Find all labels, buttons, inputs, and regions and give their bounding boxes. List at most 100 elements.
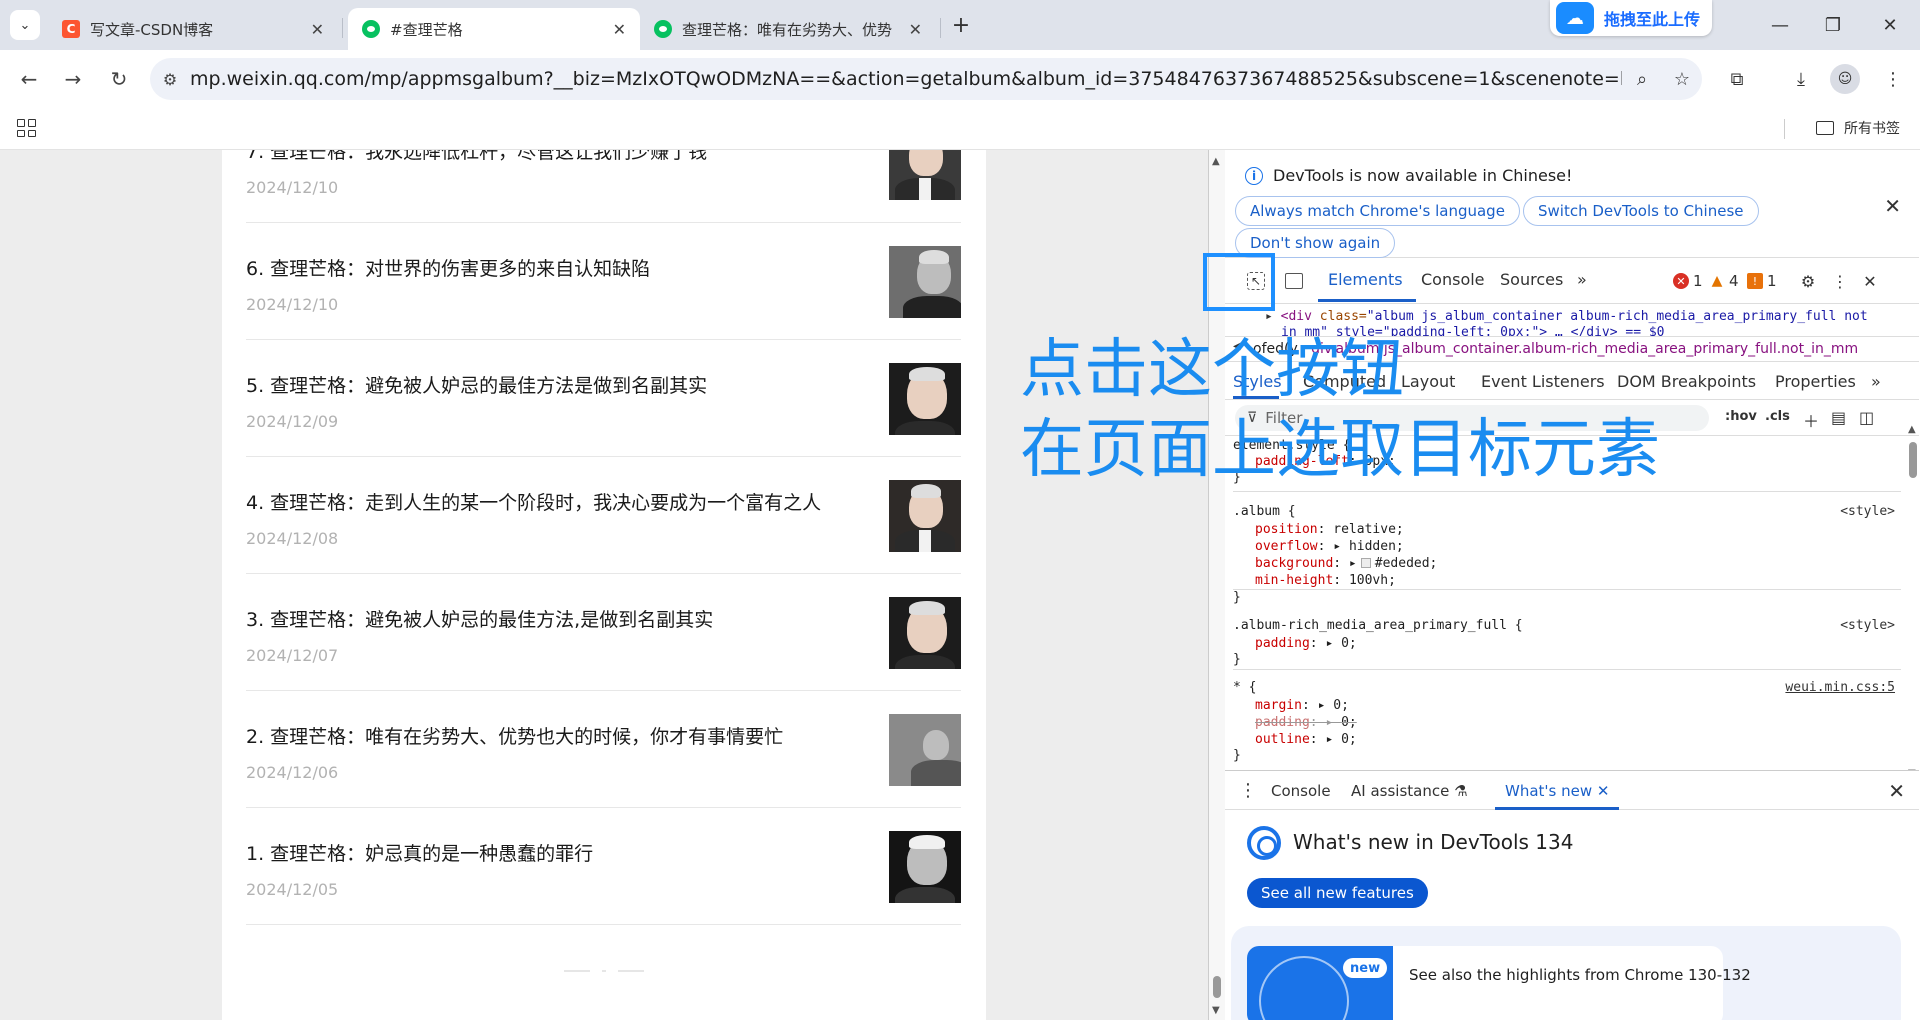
restore-button[interactable]: ❐	[1813, 10, 1853, 40]
close-icon[interactable]: ✕	[1884, 194, 1901, 218]
whats-new-title: What's new in DevTools 134	[1293, 830, 1574, 854]
match-language-button[interactable]: Always match Chrome's language	[1235, 196, 1520, 226]
article-thumbnail[interactable]	[889, 597, 961, 669]
all-bookmarks-button[interactable]: 所有书签	[1816, 118, 1900, 138]
dom-node-line[interactable]: ▸ <div class="album js_album_container a…	[1265, 309, 1868, 324]
reload-button[interactable]: ↻	[104, 64, 134, 94]
gear-icon[interactable]: ⚙	[1797, 270, 1819, 292]
article-thumbnail[interactable]	[889, 714, 961, 786]
issue-icon: !	[1747, 273, 1763, 289]
tab-sources[interactable]: Sources	[1500, 270, 1563, 289]
weui-css-link[interactable]: weui.min.css:5	[1785, 680, 1895, 695]
article-title[interactable]: 2. 查理芒格：唯有在劣势大、优势也大的时候，你才有事情要忙	[246, 722, 783, 749]
drawer-tab-ai-assistance[interactable]: AI assistance ⚗	[1351, 782, 1468, 800]
site-info-icon[interactable]: ⚙	[150, 70, 190, 89]
url-text[interactable]: mp.weixin.qq.com/mp/appmsgalbum?__biz=Mz…	[190, 68, 1622, 90]
article-item[interactable]: 7. 查理芒格：我永远降低杠杆，尽管这让我们少赚了钱 2024/12/10	[246, 150, 961, 223]
tab-article[interactable]: 查理芒格：唯有在劣势大、优势 ✕	[640, 8, 936, 50]
article-title[interactable]: 4. 查理芒格：走到人生的某一个阶段时，我决心要成为一个富有之人	[246, 488, 821, 515]
article-item[interactable]: 1. 查理芒格：妒忌真的是一种愚蠢的罪行 2024/12/05	[246, 808, 961, 925]
close-icon[interactable]: ✕	[1859, 270, 1881, 292]
upload-dropzone-button[interactable]: ☁ 拖拽至此上传	[1550, 0, 1712, 36]
profile-avatar[interactable]: ☺	[1830, 64, 1860, 94]
article-date: 2024/12/05	[246, 880, 339, 899]
article-item[interactable]: 4. 查理芒格：走到人生的某一个阶段时，我决心要成为一个富有之人 2024/12…	[246, 457, 961, 574]
style-source-link[interactable]: <style>	[1840, 618, 1895, 633]
see-all-features-button[interactable]: See all new features	[1247, 878, 1428, 908]
tab-csdn[interactable]: C 写文章-CSDN博客 ✕	[48, 8, 338, 50]
loading-indicator	[564, 970, 644, 974]
address-bar[interactable]: ⚙ mp.weixin.qq.com/mp/appmsgalbum?__biz=…	[150, 58, 1702, 100]
close-icon[interactable]: ✕	[311, 20, 324, 39]
color-swatch[interactable]	[1360, 558, 1371, 568]
tab-elements[interactable]: Elements	[1328, 270, 1403, 289]
issue-count-badge[interactable]: ! 1	[1747, 272, 1777, 290]
device-toolbar-icon[interactable]	[1283, 270, 1305, 292]
article-thumbnail[interactable]	[889, 363, 961, 435]
article-item[interactable]: 3. 查理芒格：避免被人妒忌的最佳方法,是做到名副其实 2024/12/07	[246, 574, 961, 691]
more-vertical-icon[interactable]: ⋮	[1829, 270, 1851, 292]
extensions-button[interactable]: ⧉	[1722, 64, 1752, 94]
minimize-button[interactable]: —	[1760, 10, 1800, 40]
more-vertical-icon: ⋮	[1884, 68, 1902, 90]
annotation-line-2: 在页面上选取目标元素	[1020, 413, 1660, 487]
scrollbar-thumb[interactable]	[1213, 976, 1221, 998]
article-thumbnail[interactable]	[889, 150, 961, 200]
devtools-language-infobar: i DevTools is now available in Chinese! …	[1225, 150, 1919, 258]
zoom-search-icon[interactable]: ⌕	[1622, 69, 1662, 90]
paint-icon[interactable]: ▤	[1831, 408, 1846, 427]
highlights-link[interactable]: new See also the highlights from Chrome …	[1247, 946, 1751, 1020]
close-window-button[interactable]: ✕	[1870, 10, 1910, 40]
more-vertical-icon[interactable]: ⋮	[1239, 780, 1257, 801]
article-thumbnail[interactable]	[889, 831, 961, 903]
article-title[interactable]: 1. 查理芒格：妒忌真的是一种愚蠢的罪行	[246, 839, 593, 866]
css-rule-rich-media: .album-rich_media_area_primary_full { <s…	[1233, 612, 1901, 670]
article-title[interactable]: 3. 查理芒格：避免被人妒忌的最佳方法,是做到名副其实	[246, 605, 713, 632]
scroll-up-icon[interactable]: ▲	[1212, 156, 1220, 167]
class-toggle[interactable]: .cls	[1765, 409, 1790, 424]
close-icon[interactable]: ✕	[909, 20, 922, 39]
drawer-tab-whats-new[interactable]: What's new ✕	[1505, 782, 1609, 800]
error-count-badge[interactable]: ✕ 1	[1673, 272, 1703, 290]
close-drawer-icon[interactable]: ✕	[1888, 779, 1905, 803]
tab-album[interactable]: #查理芒格 ✕	[348, 8, 640, 50]
close-icon[interactable]: ✕	[1597, 782, 1610, 800]
article-item[interactable]: 5. 查理芒格：避免被人妒忌的最佳方法是做到名副其实 2024/12/09	[246, 340, 961, 457]
tab-search-button[interactable]: ⌄	[10, 10, 40, 40]
scrollbar-thumb[interactable]	[1909, 442, 1917, 478]
styles-scrollbar[interactable]: ▲ ▼	[1906, 300, 1920, 780]
article-title[interactable]: 6. 查理芒格：对世界的伤害更多的来自认知缺陷	[246, 254, 650, 281]
tab-console[interactable]: Console	[1421, 270, 1485, 289]
bookmark-star-icon[interactable]: ☆	[1662, 69, 1702, 90]
article-item[interactable]: 2. 查理芒格：唯有在劣势大、优势也大的时候，你才有事情要忙 2024/12/0…	[246, 691, 961, 808]
more-subtabs-icon[interactable]: »	[1871, 372, 1881, 391]
highlights-text: See also the highlights from Chrome 130-…	[1409, 966, 1751, 984]
article-thumbnail[interactable]	[889, 246, 961, 318]
switch-to-chinese-button[interactable]: Switch DevTools to Chinese	[1523, 196, 1759, 226]
article-title[interactable]: 7. 查理芒格：我永远降低杠杆，尽管这让我们少赚了钱	[246, 150, 707, 164]
style-source-link[interactable]: <style>	[1840, 504, 1895, 519]
sidebar-toggle-icon[interactable]: ◫	[1859, 408, 1874, 427]
all-bookmarks-label: 所有书签	[1844, 121, 1900, 137]
close-icon[interactable]: ✕	[613, 20, 626, 39]
back-button[interactable]: ←	[14, 64, 44, 94]
scroll-up-icon[interactable]: ▲	[1908, 424, 1916, 435]
bookmark-bar: 所有书签	[0, 108, 1920, 150]
add-rule-icon[interactable]: ＋	[1803, 408, 1819, 432]
drawer-tab-console[interactable]: Console	[1271, 782, 1331, 800]
downloads-button[interactable]: ⤓	[1786, 64, 1816, 94]
error-icon: ✕	[1673, 273, 1689, 289]
article-thumbnail[interactable]	[889, 480, 961, 552]
menu-button[interactable]: ⋮	[1878, 64, 1908, 94]
new-tab-button[interactable]: +	[948, 12, 974, 38]
baidu-netdisk-icon: ☁	[1556, 2, 1594, 34]
scroll-down-icon[interactable]: ▼	[1212, 1005, 1220, 1016]
forward-button[interactable]: →	[58, 64, 88, 94]
article-title[interactable]: 5. 查理芒格：避免被人妒忌的最佳方法是做到名副其实	[246, 371, 707, 398]
warning-count-badge[interactable]: ▲ 4	[1709, 272, 1739, 290]
article-item[interactable]: 6. 查理芒格：对世界的伤害更多的来自认知缺陷 2024/12/10	[246, 223, 961, 340]
hover-state-toggle[interactable]: :hov	[1725, 409, 1757, 424]
subtab-properties[interactable]: Properties	[1775, 372, 1856, 391]
more-tabs-icon[interactable]: »	[1577, 270, 1587, 289]
apps-grid-icon[interactable]	[14, 116, 38, 140]
